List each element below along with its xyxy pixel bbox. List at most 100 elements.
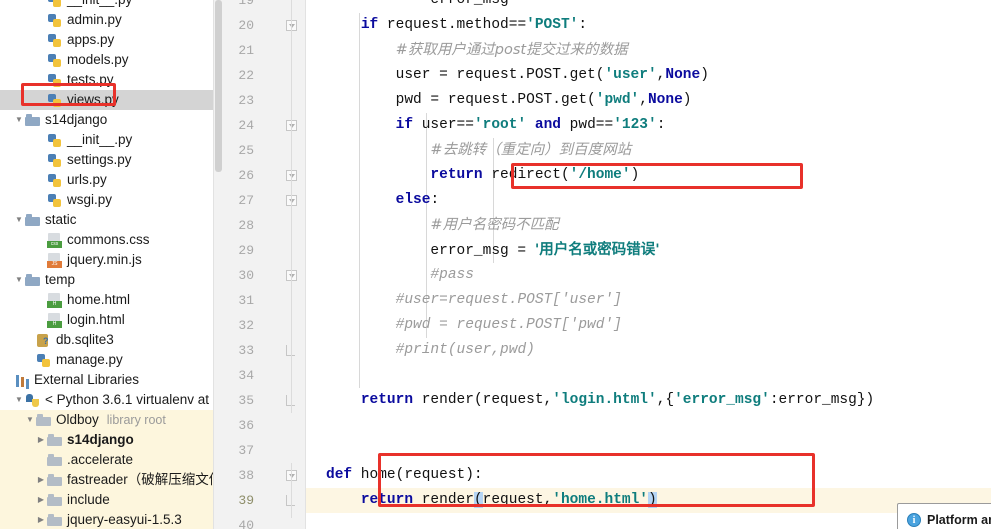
code-token-cmt: #user=request.POST['user'] xyxy=(395,292,622,308)
js-file-icon xyxy=(47,252,63,268)
notification-title: Platform an xyxy=(927,513,991,527)
tree-item-home-html[interactable]: home.html xyxy=(0,290,213,310)
line-number: 36 xyxy=(238,418,254,433)
code-token-plain: pwd== xyxy=(560,117,614,133)
info-icon: i xyxy=(907,513,921,527)
code-line-28: #用户名密码不匹配 xyxy=(326,213,558,238)
tree-item-static[interactable]: ▼ static xyxy=(0,210,213,230)
line-number: 32 xyxy=(238,318,254,333)
tree-item-label: login.html xyxy=(67,312,125,327)
project-tree-scrollbar[interactable] xyxy=(213,0,222,529)
code-line-24: if user=='root' and pwd=='123': xyxy=(326,113,666,138)
tree-item-oldboy[interactable]: ▼ Oldboy library root xyxy=(0,410,213,430)
project-tree-scrollbar-thumb[interactable] xyxy=(215,0,222,172)
line-number: 29 xyxy=(238,243,254,258)
chevron-right-icon[interactable]: ▶ xyxy=(35,490,47,510)
chevron-down-icon[interactable]: ▼ xyxy=(13,210,25,230)
tree-item-commons-css[interactable]: commons.css xyxy=(0,230,213,250)
code-line-32: #pwd = request.POST['pwd'] xyxy=(326,313,622,338)
css-file-icon xyxy=(47,232,63,248)
chevron-down-icon[interactable]: ▼ xyxy=(13,390,25,410)
tree-item-admin-py[interactable]: admin.py xyxy=(0,10,213,30)
code-editor[interactable]: 19 20 21 22 23 24 25 26 27 28 29 30 31 32 33 34 35 36 37 38… xyxy=(222,0,991,529)
tree-item-label: Oldboy xyxy=(56,412,99,427)
code-token-sel: ( xyxy=(473,492,483,508)
code-fold-bar xyxy=(291,463,292,518)
code-token-kw: if xyxy=(395,117,414,133)
code-token-cmt: #获取用户通过post提交过来的数据 xyxy=(395,42,628,58)
tree-item-python-3-6-1-virtualenv-at-c-abccc[interactable]: ▼ < Python 3.6.1 virtualenv at C:\abccc xyxy=(0,390,222,410)
tree-item-init-py[interactable]: __init__.py xyxy=(0,0,213,10)
chevron-right-icon[interactable]: ▶ xyxy=(35,430,47,450)
code-token-cmt: #pwd = request.POST['pwd'] xyxy=(395,317,622,333)
line-number: 24 xyxy=(238,118,254,133)
code-line-21: #获取用户通过post提交过来的数据 xyxy=(326,38,628,63)
chevron-right-icon[interactable]: ▶ xyxy=(35,470,47,490)
code-token-plain: redirect( xyxy=(482,167,570,183)
tree-item-accelerate[interactable]: .accelerate xyxy=(0,450,213,470)
line-number: 40 xyxy=(238,518,254,529)
tree-item-models-py[interactable]: models.py xyxy=(0,50,213,70)
tree-item-label: temp xyxy=(45,272,76,287)
tree-item-manage-py[interactable]: manage.py xyxy=(0,350,213,370)
tree-item-external-libraries[interactable]: External Libraries xyxy=(0,370,213,390)
tree-item-tests-py[interactable]: tests.py xyxy=(0,70,213,90)
notification-popup[interactable]: i Platform an xyxy=(897,503,991,529)
tree-item-jquery-easyui-1-5-3[interactable]: ▶ jquery-easyui-1.5.3 xyxy=(0,510,213,529)
html-file-icon xyxy=(47,312,63,328)
tree-item-jquery-min-js[interactable]: jquery.min.js xyxy=(0,250,213,270)
tree-item-login-html[interactable]: login.html xyxy=(0,310,213,330)
project-tree-panel[interactable]: __init__.py admin.py apps.py models.py tests… xyxy=(0,0,222,529)
line-number: 19 xyxy=(238,0,254,8)
python-interpreter-icon xyxy=(25,393,41,408)
code-line-22: user = request.POST.get('user',None) xyxy=(326,63,709,88)
tree-item-settings-py[interactable]: settings.py xyxy=(0,150,213,170)
code-token-plain: pwd = request.POST.get( xyxy=(326,92,596,108)
line-number: 39 xyxy=(238,493,254,508)
tree-item-apps-py[interactable]: apps.py xyxy=(0,30,213,50)
tree-item-s14django[interactable]: ▶ s14django xyxy=(0,430,213,450)
line-number: 30 xyxy=(238,268,254,283)
code-line-25: #去跳转（重定向）到百度网站 xyxy=(326,138,631,163)
chevron-right-icon[interactable]: ▶ xyxy=(35,510,47,529)
code-token-plain: user = request.POST.get( xyxy=(326,67,605,83)
tree-item-s14django[interactable]: ▼ s14django xyxy=(0,110,213,130)
code-text-area[interactable]: error_msg if request.method=='POST': #获取… xyxy=(306,0,991,529)
folder-icon xyxy=(47,433,63,448)
code-token-plain: user== xyxy=(413,117,474,133)
chevron-down-icon[interactable]: ▼ xyxy=(24,410,36,430)
tree-item-init-py[interactable]: __init__.py xyxy=(0,130,213,150)
tree-item-include[interactable]: ▶ include xyxy=(0,490,213,510)
tree-item-wsgi-py[interactable]: wsgi.py xyxy=(0,190,213,210)
editor-gutter[interactable]: 19 20 21 22 23 24 25 26 27 28 29 30 31 32 33 34 35 36 37 38… xyxy=(222,0,306,529)
tree-item-urls-py[interactable]: urls.py xyxy=(0,170,213,190)
code-line-26: return redirect('/home') xyxy=(326,163,639,188)
code-token-plain: request.method== xyxy=(378,17,527,33)
code-line-23: pwd = request.POST.get('pwd',None) xyxy=(326,88,692,113)
tree-item-label: admin.py xyxy=(67,12,122,27)
python-file-icon xyxy=(47,193,63,208)
tree-item-label: views.py xyxy=(67,92,119,107)
tree-item-label: wsgi.py xyxy=(67,192,113,207)
tree-item-label: jquery.min.js xyxy=(67,252,142,267)
folder-icon xyxy=(25,113,41,128)
python-file-icon xyxy=(47,53,63,68)
tree-item-label: External Libraries xyxy=(34,372,140,387)
chevron-down-icon[interactable]: ▼ xyxy=(13,110,25,130)
tree-item-temp[interactable]: ▼ temp xyxy=(0,270,213,290)
line-number: 35 xyxy=(238,393,254,408)
tree-item-views-py[interactable]: views.py xyxy=(0,90,213,110)
tree-item-db-sqlite3[interactable]: db.sqlite3 xyxy=(0,330,213,350)
code-token-plain: :error_msg}) xyxy=(769,392,875,408)
chevron-down-icon[interactable]: ▼ xyxy=(13,270,25,290)
line-number: 34 xyxy=(238,368,254,383)
code-token-plain: : xyxy=(656,117,666,133)
tree-item-fastreader[interactable]: ▶ fastreader（破解压缩文件密码 xyxy=(0,470,222,490)
line-number: 26 xyxy=(238,168,254,183)
